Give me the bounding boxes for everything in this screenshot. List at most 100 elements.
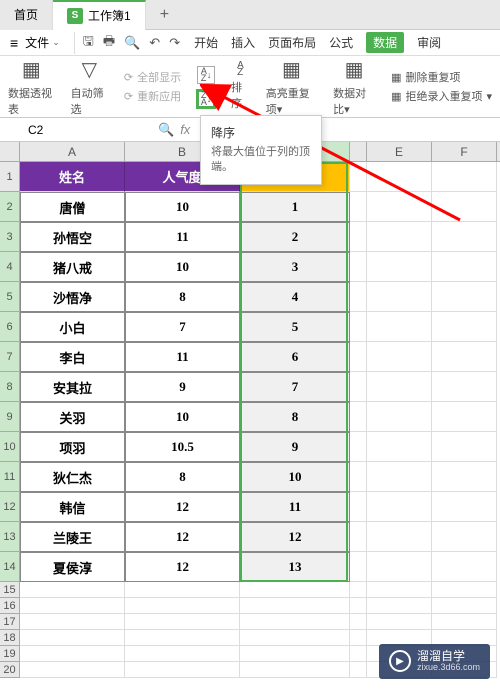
cell[interactable] — [367, 492, 432, 522]
cell-popularity[interactable]: 11 — [125, 222, 240, 252]
cell-name[interactable]: 韩信 — [20, 492, 125, 522]
cell[interactable] — [125, 614, 240, 630]
tab-workbook[interactable]: S 工作簿1 — [53, 0, 146, 30]
cell-popularity[interactable]: 12 — [125, 522, 240, 552]
cell[interactable] — [432, 598, 497, 614]
col-header-a[interactable]: A — [20, 142, 125, 161]
cell[interactable] — [350, 662, 367, 678]
cell-popularity[interactable]: 9 — [125, 372, 240, 402]
cell[interactable] — [367, 192, 432, 222]
tab-add-button[interactable]: + — [146, 6, 183, 24]
cell-helper[interactable]: 8 — [240, 402, 350, 432]
cell[interactable] — [432, 162, 497, 192]
cell-reference[interactable]: C2 — [8, 123, 128, 137]
cell[interactable] — [20, 630, 125, 646]
cell-helper[interactable]: 2 — [240, 222, 350, 252]
cell[interactable] — [432, 252, 497, 282]
cell-name[interactable]: 沙悟净 — [20, 282, 125, 312]
cell[interactable] — [432, 372, 497, 402]
cell-name[interactable]: 李白 — [20, 342, 125, 372]
row-header[interactable]: 15 — [0, 582, 20, 598]
cell[interactable] — [350, 342, 367, 372]
cell[interactable] — [240, 662, 350, 678]
row-header[interactable]: 10 — [0, 432, 20, 462]
cell[interactable] — [350, 222, 367, 252]
row-header[interactable]: 12 — [0, 492, 20, 522]
cell[interactable] — [432, 432, 497, 462]
cell-name[interactable]: 夏侯淳 — [20, 552, 125, 582]
cell[interactable] — [350, 552, 367, 582]
tab-formula[interactable]: 公式 — [329, 34, 353, 51]
cell[interactable] — [432, 192, 497, 222]
cell-helper[interactable]: 1 — [240, 192, 350, 222]
cell[interactable] — [125, 662, 240, 678]
undo-icon[interactable]: ↶ — [149, 35, 160, 51]
cell[interactable] — [350, 462, 367, 492]
cell[interactable] — [432, 282, 497, 312]
cell-helper[interactable]: 3 — [240, 252, 350, 282]
cell[interactable] — [20, 598, 125, 614]
row-header[interactable]: 19 — [0, 646, 20, 662]
cell[interactable] — [367, 312, 432, 342]
cell[interactable] — [432, 222, 497, 252]
cell[interactable] — [367, 402, 432, 432]
cell[interactable] — [350, 630, 367, 646]
cell[interactable] — [350, 598, 367, 614]
cell[interactable] — [432, 342, 497, 372]
cell-name[interactable]: 关羽 — [20, 402, 125, 432]
row-header[interactable]: 6 — [0, 312, 20, 342]
pivot-group[interactable]: ▦ 数据透视表 — [8, 57, 55, 117]
save-icon[interactable]: 🖫 — [83, 32, 94, 54]
cell-popularity[interactable]: 10.5 — [125, 432, 240, 462]
file-menu[interactable]: 文件 ⌄ — [25, 34, 60, 51]
col-header-d[interactable] — [350, 142, 367, 161]
row-header[interactable]: 20 — [0, 662, 20, 678]
cell-name[interactable]: 孙悟空 — [20, 222, 125, 252]
cell-name[interactable]: 安其拉 — [20, 372, 125, 402]
cell[interactable] — [240, 582, 350, 598]
cell[interactable] — [367, 162, 432, 192]
row-header[interactable]: 3 — [0, 222, 20, 252]
cell-popularity[interactable]: 7 — [125, 312, 240, 342]
tab-insert[interactable]: 插入 — [231, 34, 255, 51]
row-header[interactable]: 13 — [0, 522, 20, 552]
cell[interactable] — [350, 312, 367, 342]
tab-home[interactable]: 首页 — [0, 0, 53, 30]
cell-helper[interactable]: 13 — [240, 552, 350, 582]
cell-name[interactable]: 狄仁杰 — [20, 462, 125, 492]
cell[interactable] — [367, 462, 432, 492]
fx-label[interactable]: fx — [180, 122, 190, 137]
cell-popularity[interactable]: 10 — [125, 402, 240, 432]
cell-helper[interactable]: 9 — [240, 432, 350, 462]
cell[interactable] — [350, 432, 367, 462]
cell[interactable] — [20, 582, 125, 598]
row-header[interactable]: 14 — [0, 552, 20, 582]
cell-helper[interactable]: 12 — [240, 522, 350, 552]
cell-name[interactable]: 兰陵王 — [20, 522, 125, 552]
reject-dup[interactable]: ▦ 拒绝录入重复项▾ — [391, 88, 492, 104]
cell-helper[interactable]: 6 — [240, 342, 350, 372]
tab-layout[interactable]: 页面布局 — [268, 34, 316, 51]
cell[interactable] — [350, 252, 367, 282]
cell[interactable] — [350, 192, 367, 222]
hamburger-icon[interactable]: ≡ — [10, 35, 18, 51]
row-header[interactable]: 2 — [0, 192, 20, 222]
cell[interactable] — [350, 582, 367, 598]
show-all[interactable]: ⟳ 全部显示 — [124, 69, 181, 85]
sort-asc-button[interactable]: AZ↓ — [197, 66, 215, 84]
cell[interactable] — [125, 598, 240, 614]
cell[interactable] — [432, 462, 497, 492]
highlight-dup-group[interactable]: ▦ 高亮重复项▾ — [266, 57, 317, 117]
cell[interactable] — [367, 372, 432, 402]
cell-popularity[interactable]: 10 — [125, 252, 240, 282]
row-header[interactable]: 17 — [0, 614, 20, 630]
cell-helper[interactable]: 4 — [240, 282, 350, 312]
row-header[interactable]: 7 — [0, 342, 20, 372]
cell[interactable] — [20, 614, 125, 630]
search-icon[interactable]: 🔍 — [158, 122, 174, 138]
filter-group[interactable]: ▽ 自动筛选 — [71, 57, 108, 117]
cell[interactable] — [125, 582, 240, 598]
cell-helper[interactable]: 11 — [240, 492, 350, 522]
cell-helper[interactable]: 10 — [240, 462, 350, 492]
print-icon[interactable]: 🖶 — [103, 32, 115, 54]
